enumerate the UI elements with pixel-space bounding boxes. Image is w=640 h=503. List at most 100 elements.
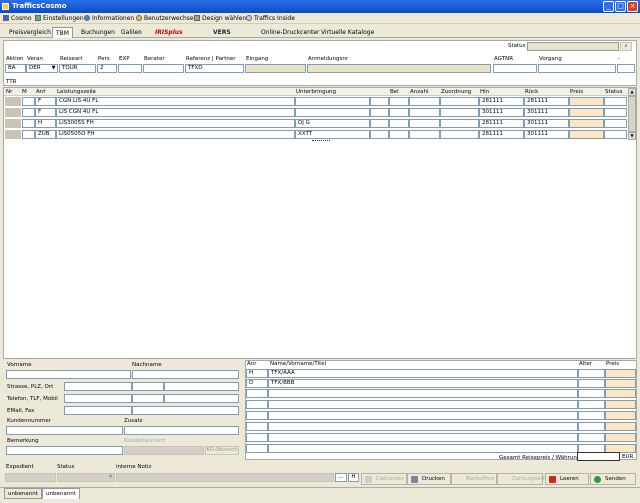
row-unterbringung[interactable]: XXTT — [295, 130, 370, 139]
session-tab-active[interactable]: unbenannt — [42, 488, 80, 499]
row-anf[interactable]: F — [35, 108, 56, 117]
maximize-button[interactable]: □ — [615, 1, 626, 12]
trav-alter[interactable] — [578, 400, 605, 409]
kd-wunsch-button[interactable]: KD-Wunsch — [205, 446, 239, 455]
nachname-field[interactable] — [132, 370, 239, 379]
scroll-up-button[interactable]: ▲ — [628, 88, 636, 96]
berater-field[interactable] — [143, 64, 184, 73]
row-bel[interactable] — [389, 108, 409, 117]
total-price-field[interactable] — [577, 452, 620, 461]
row-hin[interactable]: 281111 — [479, 130, 524, 139]
row-unterbringung[interactable] — [295, 97, 370, 106]
row-preis[interactable] — [569, 108, 604, 117]
mobil-field[interactable] — [164, 394, 239, 403]
trav-name[interactable] — [268, 422, 578, 431]
row-leistung[interactable]: LIS3005S FH — [56, 119, 295, 128]
minimize-button[interactable]: _ — [603, 1, 614, 12]
anmeldungsnr-field[interactable] — [307, 64, 491, 73]
dash-field[interactable] — [617, 64, 635, 73]
trav-preis[interactable] — [605, 400, 636, 409]
trav-name[interactable] — [268, 411, 578, 420]
close-button[interactable]: × — [627, 1, 638, 12]
ort-field[interactable] — [164, 382, 239, 391]
row-leistung[interactable]: LIS CGN 4U FL — [56, 108, 295, 117]
row-m[interactable] — [22, 108, 35, 117]
h-button[interactable]: H — [348, 473, 359, 482]
row-anzahl[interactable] — [409, 119, 440, 128]
session-tab[interactable]: unbenannt — [4, 488, 42, 499]
row-anf[interactable]: ZUB — [35, 130, 56, 139]
tab-irisplus[interactable]: IRISplus — [152, 27, 186, 38]
trav-name[interactable]: TFX/AAA — [268, 369, 578, 378]
row-rueck[interactable]: 301111 — [524, 119, 569, 128]
tab-galileo[interactable]: Galileo — [118, 27, 145, 38]
trav-anr[interactable] — [246, 389, 268, 398]
strasse-field[interactable] — [64, 382, 132, 391]
tab-virtuelle-kataloge[interactable]: Virtuelle Kataloge — [318, 27, 377, 38]
callcenter-button[interactable]: Callcenter — [361, 473, 407, 485]
chevron-down-icon[interactable]: ▼ — [107, 474, 114, 481]
row-status[interactable] — [604, 130, 627, 139]
menu-einstellungen[interactable]: Einstellungen — [35, 13, 84, 24]
backoffice-button[interactable]: Backoffice — [451, 473, 497, 485]
row-hin[interactable]: 281111 — [479, 97, 524, 106]
trav-preis[interactable] — [605, 369, 636, 378]
row-unterbringung[interactable]: DJ G — [295, 119, 370, 128]
menu-cosmo[interactable]: Cosmo — [3, 13, 32, 24]
trav-name[interactable]: TFX/BBB — [268, 379, 578, 388]
trav-anr[interactable] — [246, 411, 268, 420]
zahlungsinfo-button[interactable]: Zahlungsinfo — [497, 473, 548, 485]
row-preis[interactable] — [569, 119, 604, 128]
menu-benutzerwechsel[interactable]: Benutzerwechsel — [136, 13, 195, 24]
menu-informationen[interactable]: Informationen — [84, 13, 134, 24]
row-anzahl[interactable] — [409, 97, 440, 106]
plz-field[interactable] — [132, 382, 164, 391]
trav-alter[interactable] — [578, 422, 605, 431]
scroll-thumb[interactable] — [628, 96, 636, 132]
resize-grip[interactable] — [312, 140, 330, 142]
referenz-field[interactable]: TFXD — [185, 64, 244, 73]
chevron-down-icon[interactable]: ▼ — [50, 65, 57, 72]
zusatz-field[interactable] — [124, 426, 239, 435]
leeren-button[interactable]: Leeren — [545, 473, 589, 485]
trav-preis[interactable] — [605, 422, 636, 431]
row-extra[interactable] — [370, 119, 389, 128]
row-anzahl[interactable] — [409, 130, 440, 139]
trav-anr[interactable] — [246, 422, 268, 431]
row-bel[interactable] — [389, 97, 409, 106]
aktion-field[interactable]: BA — [5, 64, 26, 73]
row-zuordnung[interactable] — [440, 119, 479, 128]
tlf-field[interactable] — [132, 394, 164, 403]
trav-alter[interactable] — [578, 433, 605, 442]
bemerkung-field[interactable] — [6, 446, 123, 455]
trav-anr[interactable]: D — [246, 379, 268, 388]
row-status[interactable] — [604, 97, 627, 106]
eingang-field[interactable] — [245, 64, 306, 73]
row-m[interactable] — [22, 97, 35, 106]
trav-alter[interactable] — [578, 411, 605, 420]
trav-alter[interactable] — [578, 379, 605, 388]
row-rueck[interactable]: 301111 — [524, 108, 569, 117]
tab-online-druckcenter[interactable]: Online-Druckcenter — [258, 27, 323, 38]
row-extra[interactable] — [370, 108, 389, 117]
row-status[interactable] — [604, 108, 627, 117]
telefon-field[interactable] — [64, 394, 132, 403]
exp-field[interactable] — [118, 64, 142, 73]
row-anf[interactable]: H — [35, 119, 56, 128]
vorgang-field[interactable] — [538, 64, 616, 73]
trav-anr[interactable] — [246, 433, 268, 442]
row-rueck[interactable]: 301111 — [524, 130, 569, 139]
row-leistung[interactable]: CGN LIS 4U FL — [56, 97, 295, 106]
status-field[interactable] — [527, 42, 619, 51]
row-m[interactable] — [22, 130, 35, 139]
row-hin[interactable]: 281111 — [479, 119, 524, 128]
row-hin[interactable]: 301111 — [479, 108, 524, 117]
trav-alter[interactable] — [578, 389, 605, 398]
status-search-button[interactable]: ⌕ — [620, 42, 632, 51]
row-anzahl[interactable] — [409, 108, 440, 117]
trav-anr[interactable]: H — [246, 369, 268, 378]
drucken-button[interactable]: Drucken — [407, 473, 451, 485]
row-status[interactable] — [604, 119, 627, 128]
senden-button[interactable]: Senden — [590, 473, 636, 485]
trav-name[interactable] — [268, 400, 578, 409]
